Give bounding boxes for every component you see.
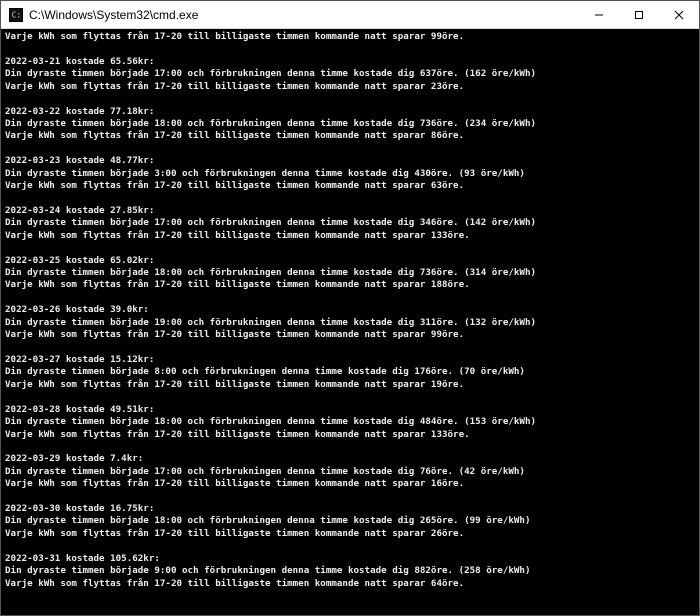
console-line: [5, 242, 695, 254]
console-line: Din dyraste timmen började 18:00 och för…: [5, 515, 695, 527]
console-line: 2022-03-29 kostade 7.4kr:: [5, 453, 695, 465]
console-line: Din dyraste timmen började 9:00 och förb…: [5, 565, 695, 577]
svg-text:C:: C:: [12, 10, 21, 19]
console-line: 2022-03-23 kostade 48.77kr:: [5, 155, 695, 167]
cmd-window: C: C:\Windows\System32\cmd.exe Varje kWh…: [0, 0, 700, 616]
console-line: [5, 590, 695, 602]
console-line: Din dyraste timmen började 18:00 och för…: [5, 416, 695, 428]
console-line: Varje kWh som flyttas från 17-20 till bi…: [5, 230, 695, 242]
console-line: [5, 602, 695, 614]
console-line: Din dyraste timmen började 17:00 och för…: [5, 68, 695, 80]
console-line: Din dyraste timmen började 18:00 och för…: [5, 267, 695, 279]
console-line: [5, 93, 695, 105]
console-line: Din dyraste timmen började 3:00 och förb…: [5, 168, 695, 180]
console-line: Varje kWh som flyttas från 17-20 till bi…: [5, 528, 695, 540]
console-line: 2022-03-27 kostade 15.12kr:: [5, 354, 695, 366]
console-line: [5, 391, 695, 403]
console-output[interactable]: Varje kWh som flyttas från 17-20 till bi…: [1, 29, 699, 615]
console-line: Din dyraste timmen började 8:00 och förb…: [5, 366, 695, 378]
minimize-button[interactable]: [579, 1, 619, 28]
window-title: C:\Windows\System32\cmd.exe: [29, 8, 579, 22]
console-line: 2022-03-22 kostade 77.18kr:: [5, 106, 695, 118]
window-controls: [579, 1, 699, 28]
console-line: Varje kWh som flyttas från 17-20 till bi…: [5, 578, 695, 590]
console-line: Varje kWh som flyttas från 17-20 till bi…: [5, 379, 695, 391]
console-line: 2022-03-31 kostade 105.62kr:: [5, 553, 695, 565]
console-line: Din dyraste timmen började 19:00 och för…: [5, 317, 695, 329]
console-line: Din dyraste timmen började 17:00 och för…: [5, 466, 695, 478]
console-line: Varje kWh som flyttas från 17-20 till bi…: [5, 81, 695, 93]
cmd-icon: C:: [9, 8, 23, 22]
titlebar[interactable]: C: C:\Windows\System32\cmd.exe: [1, 1, 699, 29]
console-line: 2022-03-28 kostade 49.51kr:: [5, 404, 695, 416]
console-line: 2022-03-21 kostade 65.56kr:: [5, 56, 695, 68]
maximize-button[interactable]: [619, 1, 659, 28]
console-line: 2022-03-25 kostade 65.02kr:: [5, 255, 695, 267]
console-line: [5, 192, 695, 204]
console-line: Varje kWh som flyttas från 17-20 till bi…: [5, 180, 695, 192]
console-line: Varje kWh som flyttas från 17-20 till bi…: [5, 329, 695, 341]
console-line: Varje kWh som flyttas från 17-20 till bi…: [5, 31, 695, 43]
console-line: 2022-03-26 kostade 39.0kr:: [5, 304, 695, 316]
console-line: Varje kWh som flyttas från 17-20 till bi…: [5, 429, 695, 441]
console-line: Din dyraste timmen började 17:00 och för…: [5, 217, 695, 229]
console-line: [5, 292, 695, 304]
console-line: [5, 143, 695, 155]
console-line: Varje kWh som flyttas från 17-20 till bi…: [5, 279, 695, 291]
close-button[interactable]: [659, 1, 699, 28]
console-line: Din dyraste timmen började 18:00 och för…: [5, 118, 695, 130]
console-line: [5, 43, 695, 55]
console-line: [5, 491, 695, 503]
console-line: [5, 540, 695, 552]
console-line: 2022-03-24 kostade 27.85kr:: [5, 205, 695, 217]
console-line: Varje kWh som flyttas från 17-20 till bi…: [5, 478, 695, 490]
console-line: [5, 342, 695, 354]
console-line: Varje kWh som flyttas från 17-20 till bi…: [5, 130, 695, 142]
console-line: 2022-03-30 kostade 16.75kr:: [5, 503, 695, 515]
console-line: [5, 441, 695, 453]
